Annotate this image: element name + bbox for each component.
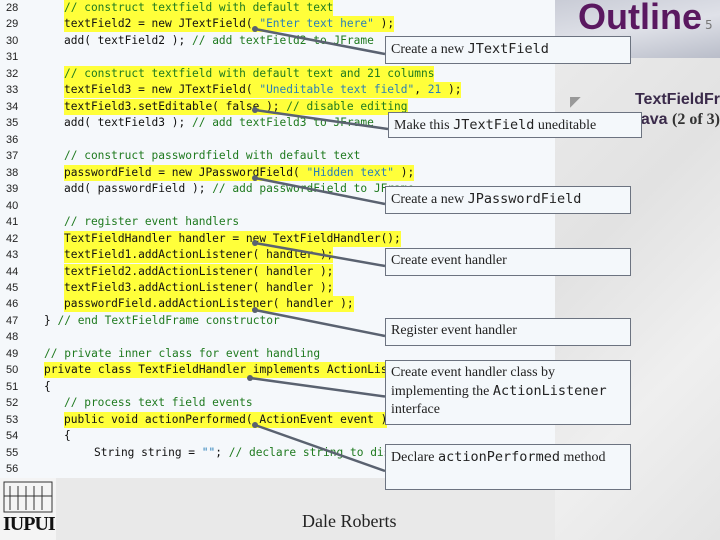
callout-box: Make this JTextField uneditable	[388, 112, 642, 138]
callout-arrow	[254, 241, 386, 268]
callout-box: Declare actionPerformed method	[385, 444, 631, 490]
arrow-head-icon	[252, 175, 258, 181]
callout-text: method	[559, 450, 606, 465]
arrow-head-icon	[252, 422, 258, 428]
arrow-head-icon	[252, 240, 258, 246]
callout-text: Register event handler	[391, 323, 517, 338]
callout-text: uneditable	[534, 118, 597, 133]
callout-text: Create event handler	[391, 253, 507, 268]
callout-box: Create a new JTextField	[385, 36, 631, 64]
callout-box: Create event handler	[385, 248, 631, 276]
arrow-head-icon	[252, 307, 258, 313]
callout-arrow	[254, 308, 386, 338]
callout-text: JTextField	[453, 117, 535, 133]
callout-arrow	[254, 27, 386, 56]
callout-text: Create a new	[391, 192, 468, 207]
author-name: Dale Roberts	[302, 511, 397, 531]
callout-box: Create a new JPasswordField	[385, 186, 631, 214]
callout-text: ActionListener	[492, 383, 607, 399]
callout-text: Declare	[391, 450, 439, 465]
callout-text: Make this	[394, 118, 454, 133]
callout-text: interface	[391, 402, 440, 417]
callout-text: JPasswordField	[467, 191, 582, 207]
logo-building-icon	[3, 481, 53, 513]
callout-text: JTextField	[467, 41, 549, 57]
arrow-head-icon	[252, 26, 258, 32]
callout-arrow	[249, 376, 386, 398]
callout-arrow	[254, 176, 386, 206]
callout-box: Register event handler	[385, 318, 631, 346]
arrow-head-icon	[252, 107, 258, 113]
callout-arrow	[254, 108, 389, 131]
logo-text: IUPUI	[3, 513, 56, 535]
callout-text: actionPerformed	[438, 449, 560, 465]
arrow-head-icon	[247, 375, 253, 381]
callout-text: Create a new	[391, 42, 468, 57]
callout-arrow	[254, 423, 386, 473]
callout-box: Create event handler class by implementi…	[385, 360, 631, 425]
